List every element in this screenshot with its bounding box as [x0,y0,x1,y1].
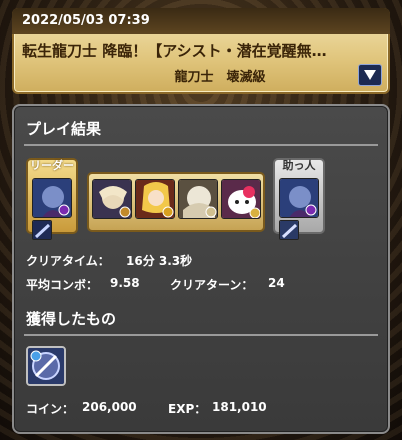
divider [24,144,378,146]
leader-assist-icon [32,220,52,240]
reward-item-icon[interactable] [26,346,66,386]
play-result-heading: プレイ結果 [26,120,102,138]
clear-turn-label: クリアターン： [170,278,254,292]
helper-monster-icon[interactable] [279,178,319,218]
clear-time-value: 16分 3.3秒 [126,254,193,268]
result-panel [12,104,390,434]
avg-combo-value: 9.58 [110,276,140,290]
coin-label: コイン： [26,402,75,416]
play-date: 2022/05/03 07:39 [12,8,390,34]
sub-monster-3-icon[interactable] [178,179,218,219]
helper-label: 助っ人 [282,159,316,172]
dungeon-title: 転生龍刀士 降臨！【アシスト・潜在覚醒無… [22,42,327,60]
clear-turn-value: 24 [268,276,285,290]
exp-value: 181,010 [212,400,267,414]
dungeon-subtitle: 龍刀士 壊滅級 [174,70,266,85]
avg-combo-label: 平均コンボ： [26,278,99,292]
clear-time-label: クリアタイム： [26,254,110,268]
coin-value: 206,000 [82,400,137,414]
exp-label: EXP： [168,402,207,416]
sub-monster-2-icon[interactable] [135,179,175,219]
triangle-down-icon[interactable] [358,64,382,86]
divider [24,334,378,336]
obtained-heading: 獲得したもの [26,310,117,328]
leader-label: リーダー [30,159,74,172]
leader-monster-icon[interactable] [32,178,72,218]
sub-monster-1-icon[interactable] [92,179,132,219]
helper-assist-icon [279,220,299,240]
sub-monster-4-icon[interactable] [221,179,261,219]
